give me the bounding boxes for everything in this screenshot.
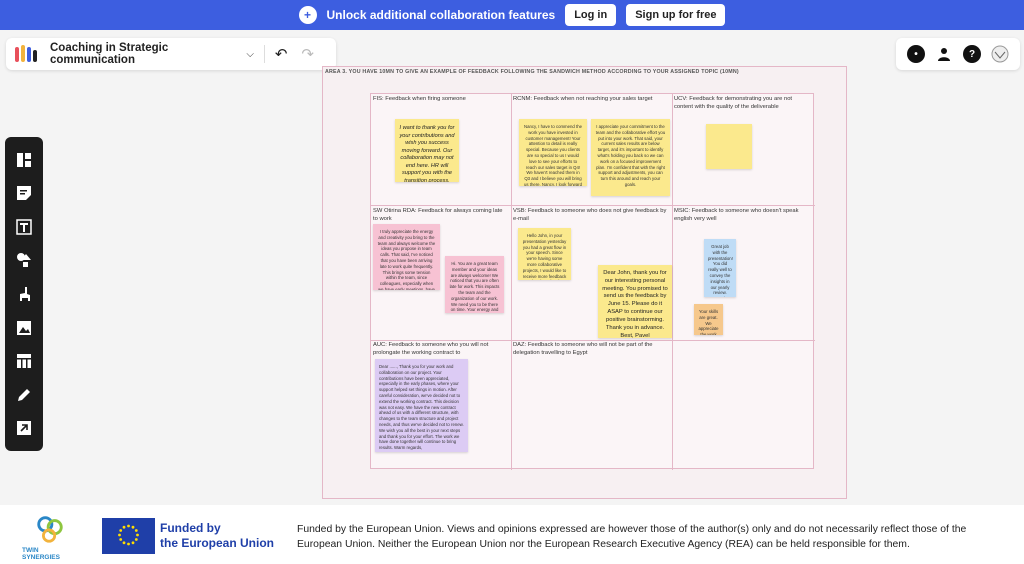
eu-flag-icon: [102, 518, 155, 554]
twin-synergies-label: TWIN SYNERGIES: [22, 547, 60, 561]
sticky-note[interactable]: Hello John, in your presentation yesterd…: [518, 228, 571, 280]
cell-label-vsb: VSB: Feedback to someone who does not gi…: [513, 208, 667, 222]
sticky-note[interactable]: Dear John, thank you for our interesting…: [598, 265, 672, 338]
twin-synergies-logo: TWIN SYNERGIES: [22, 513, 78, 561]
login-button[interactable]: Log in: [565, 4, 617, 26]
sticky-note[interactable]: I truly appreciate the energy and creati…: [373, 224, 440, 290]
cell-label-sw: SW Otirina RDA: Feedback for always comi…: [373, 208, 503, 222]
funded-by-eu: Funded by the European Union: [160, 521, 274, 551]
shapes-icon[interactable]: [14, 250, 34, 270]
undo-icon[interactable]: ↶: [275, 45, 288, 63]
cell-label-msic: MSIC: Feedback to someone who doesn't sp…: [674, 208, 799, 222]
sticky-note[interactable]: Dear ......, Thank you for your work and…: [375, 359, 468, 452]
cell-label-fis: FIS: Feedback when firing someone: [373, 96, 466, 102]
frame-title: AREA 3. YOU HAVE 10MN TO GIVE AN EXAMPLE…: [325, 69, 739, 75]
grid-divider: [511, 94, 512, 470]
user-icon[interactable]: [935, 45, 953, 63]
left-toolbar: [5, 137, 43, 451]
sticky-note[interactable]: [706, 124, 752, 169]
llama-icon[interactable]: [14, 284, 34, 304]
sticky-note[interactable]: I want to thank you for your contributio…: [395, 119, 459, 182]
cell-label-ucv: UCV: Feedback for demonstrating you are …: [674, 96, 793, 110]
person-plus-icon: +: [298, 6, 317, 24]
header-actions: • ?: [896, 38, 1020, 70]
chevron-down-icon[interactable]: ⌵: [246, 49, 254, 60]
cell-label-auc: AUC: Feedback to someone who you will no…: [373, 342, 489, 356]
sticky-note[interactable]: Nancy, I have to commend the work you ha…: [519, 119, 587, 186]
table-icon[interactable]: [14, 351, 34, 371]
sticky-note[interactable]: I appreciate your commitment to the team…: [591, 119, 670, 196]
sticky-note-icon[interactable]: [14, 183, 34, 203]
footer: TWIN SYNERGIES Funded by the European Un…: [0, 505, 1024, 564]
grid-divider: [371, 205, 815, 206]
banner-text: Unlock additional collaboration features: [326, 8, 556, 22]
sticky-note[interactable]: Hi. You are a great team member and your…: [445, 256, 504, 313]
comment-icon[interactable]: •: [907, 45, 925, 63]
divider: [263, 45, 265, 63]
sticky-note[interactable]: Great job with the presentation! You did…: [704, 239, 736, 297]
upgrade-banner: + Unlock additional collaboration featur…: [0, 0, 1024, 30]
cell-label-rcnm: RCNM: Feedback when not reaching your sa…: [513, 96, 653, 102]
board-header: Coaching in Strategic communication ⌵ ↶ …: [6, 38, 336, 70]
cell-label-daz: DAZ: Feedback to someone who will not be…: [513, 342, 653, 356]
avatar-icon[interactable]: [991, 45, 1009, 63]
disclaimer-text: Funded by the European Union. Views and …: [297, 524, 967, 551]
signup-button[interactable]: Sign up for free: [626, 4, 726, 26]
board-title[interactable]: Coaching in Strategic communication: [50, 42, 234, 66]
help-icon[interactable]: ?: [963, 45, 981, 63]
image-icon[interactable]: [14, 318, 34, 338]
redo-icon[interactable]: ↷: [301, 45, 314, 63]
funded-line-2: the European Union: [160, 536, 274, 550]
grid-divider: [672, 94, 673, 470]
upload-icon[interactable]: [14, 418, 34, 438]
funded-line-1: Funded by: [160, 521, 221, 535]
grid-divider: [371, 340, 815, 341]
sticky-note[interactable]: Your skills are great. We appreciate the…: [694, 304, 723, 335]
layout-icon[interactable]: [14, 150, 34, 170]
text-icon[interactable]: [14, 217, 34, 237]
app-logo[interactable]: [14, 44, 38, 64]
pen-icon[interactable]: [14, 385, 34, 405]
